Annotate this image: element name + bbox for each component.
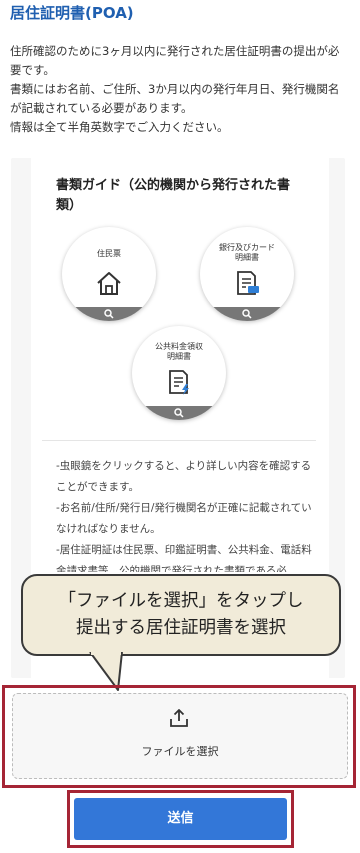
intro-text: 住所確認のために3ヶ月以内に発行された居住証明書の提出が必要です。 書類にはお名… <box>10 42 350 137</box>
house-icon <box>97 272 121 295</box>
callout-line: 提出する居住証明書を選択 <box>76 618 286 638</box>
magnifier-icon <box>104 309 114 319</box>
note-item: -お名前/住所/発行日/発行機関名が正確に記載されていなければなりません。 <box>56 502 312 535</box>
doc-label: 住民票 <box>97 249 121 258</box>
instruction-callout: 「ファイルを選択」をタップし 提出する居住証明書を選択 <box>21 574 341 656</box>
doc-utility-bill[interactable]: 公共料金領収 明細書 <box>132 326 226 420</box>
doc-label: 銀行及びカード 明細書 <box>219 243 275 262</box>
magnifier-icon <box>174 408 184 418</box>
utility-bill-icon <box>169 370 189 395</box>
magnifier-bar[interactable] <box>132 406 226 420</box>
note-item: -虫眼鏡をクリックすると、より詳しい内容を確認することができます。 <box>56 460 312 493</box>
divider <box>42 440 316 441</box>
file-upload-dropzone[interactable] <box>12 693 348 779</box>
intro-line: 書類にはお名前、ご住所、3か月以内の発行年月日、発行機関名が記載されている必要が… <box>10 82 340 115</box>
doc-bank-card-statement[interactable]: 銀行及びカード 明細書 <box>200 227 294 321</box>
doc-label: 公共料金領収 明細書 <box>155 342 203 361</box>
guide-title: 書類ガイド（公的機関から発行された書類） <box>56 178 291 213</box>
upload-icon <box>170 709 188 727</box>
magnifier-bar[interactable] <box>62 307 156 321</box>
callout-line: 「ファイルを選択」をタップし <box>58 591 304 611</box>
page-title: 居住証明書(POA) <box>10 4 134 22</box>
magnifier-bar[interactable] <box>200 307 294 321</box>
magnifier-icon <box>242 309 252 319</box>
intro-line: 情報は全て半角英数字でご入力ください。 <box>10 120 229 134</box>
doc-resident-record[interactable]: 住民票 <box>62 227 156 321</box>
note-item: -居住証明証は住民票、印鑑証明書、公共料金、電話料金請求書等、公的機関で発行され… <box>56 544 312 572</box>
choose-file-label[interactable]: ファイルを選択 <box>12 743 348 759</box>
submit-button[interactable]: 送信 <box>74 798 287 840</box>
card-statement-icon <box>237 271 259 295</box>
guide-notes: -虫眼鏡をクリックすると、より詳しい内容を確認することができます。 -お名前/住… <box>56 456 316 572</box>
intro-line: 住所確認のために3ヶ月以内に発行された居住証明書の提出が必要です。 <box>10 44 340 77</box>
